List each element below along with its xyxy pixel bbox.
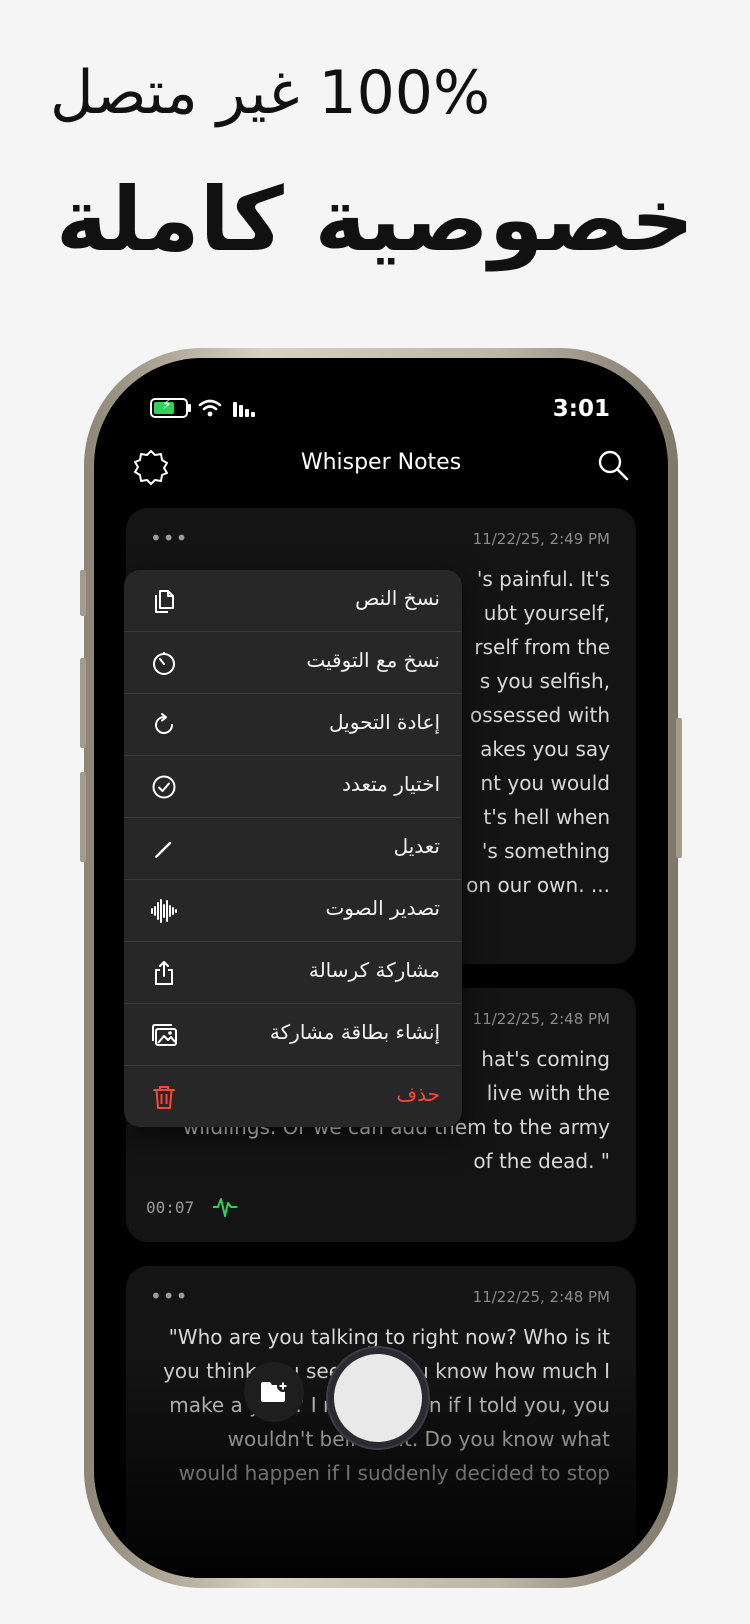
status-icons: ⚡ [150, 397, 258, 418]
battery-icon: ⚡ [150, 397, 191, 418]
menu-item-retranscribe[interactable]: إعادة التحويل [124, 694, 462, 756]
search-icon [598, 450, 629, 481]
menu-item-label: إنشاء بطاقة مشاركة [269, 1020, 440, 1044]
menu-item-copy-text[interactable]: نسخ النص [124, 570, 462, 632]
headline-offline: 100% غير متصل [50, 58, 490, 128]
waveform-icon [151, 899, 177, 923]
menu-item-label: نسخ مع التوقيت [306, 648, 440, 672]
phone-mute-button [80, 570, 86, 616]
menu-item-label: إعادة التحويل [329, 710, 440, 734]
menu-item-create-share-card[interactable]: إنشاء بطاقة مشاركة [124, 1004, 462, 1066]
menu-item-export-audio[interactable]: تصدير الصوت [124, 880, 462, 942]
menu-item-copy-with-timestamps[interactable]: نسخ مع التوقيت [124, 632, 462, 694]
note-date: 11/22/25, 2:48 PM [472, 1010, 610, 1028]
new-folder-button[interactable] [244, 1362, 304, 1422]
phone-screen: ⚡ 3:01 Whisper Notes ••• 11/22/25, 2:49 … [94, 358, 668, 1578]
menu-item-delete[interactable]: حذف [124, 1066, 462, 1127]
copy-icon [155, 590, 174, 613]
menu-item-label: تصدير الصوت [325, 896, 440, 920]
audio-waveform-icon[interactable] [212, 1194, 238, 1220]
menu-item-share-as-message[interactable]: مشاركة كرسالة [124, 942, 462, 1004]
note-date: 11/22/25, 2:49 PM [472, 530, 610, 548]
more-options-icon[interactable]: ••• [150, 526, 188, 550]
trash-icon [153, 1086, 175, 1109]
menu-item-label: مشاركة كرسالة [308, 958, 440, 982]
note-date: 11/22/25, 2:48 PM [472, 1288, 610, 1306]
pencil-icon [154, 841, 172, 859]
menu-item-edit[interactable]: تعديل [124, 818, 462, 880]
headline-privacy: خصوصية كاملة [55, 168, 695, 271]
phone-frame: ⚡ 3:01 Whisper Notes ••• 11/22/25, 2:49 … [80, 348, 682, 1588]
phone-volume-down-button [80, 772, 86, 862]
more-options-icon[interactable]: ••• [150, 1284, 188, 1308]
menu-item-label: اختيار متعدد [342, 772, 440, 796]
record-button[interactable] [328, 1348, 428, 1448]
menu-item-label: نسخ النص [355, 586, 440, 610]
app-title: Whisper Notes [300, 450, 462, 475]
wifi-icon [198, 399, 222, 417]
menu-item-label: حذف [396, 1082, 440, 1106]
folder-plus-icon [261, 1380, 289, 1402]
photo-stack-icon [152, 1024, 177, 1046]
share-icon [155, 961, 173, 985]
note-context-menu: نسخ النص نسخ مع التوقيت إعادة التحويل اخ… [124, 570, 462, 1127]
menu-item-multi-select[interactable]: اختيار متعدد [124, 756, 462, 818]
phone-side-button [676, 718, 682, 858]
menu-item-label: تعديل [393, 834, 440, 858]
search-button[interactable] [596, 448, 630, 486]
checkmark-circle-icon [152, 775, 176, 799]
note-duration: 00:07 [146, 1198, 195, 1217]
cellular-signal-icon [233, 402, 255, 417]
timer-icon [153, 652, 175, 675]
refresh-icon [155, 713, 174, 734]
phone-volume-up-button [80, 658, 86, 748]
status-time: 3:01 [552, 396, 610, 422]
